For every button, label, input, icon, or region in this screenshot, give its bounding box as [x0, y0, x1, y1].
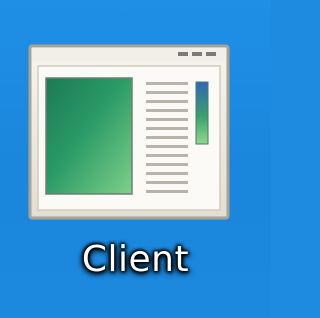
- client-shortcut[interactable]: Client: [0, 0, 271, 318]
- desktop-background: Client: [0, 0, 271, 318]
- shortcut-label[interactable]: Client: [0, 236, 271, 284]
- application-window-icon[interactable]: [28, 44, 230, 220]
